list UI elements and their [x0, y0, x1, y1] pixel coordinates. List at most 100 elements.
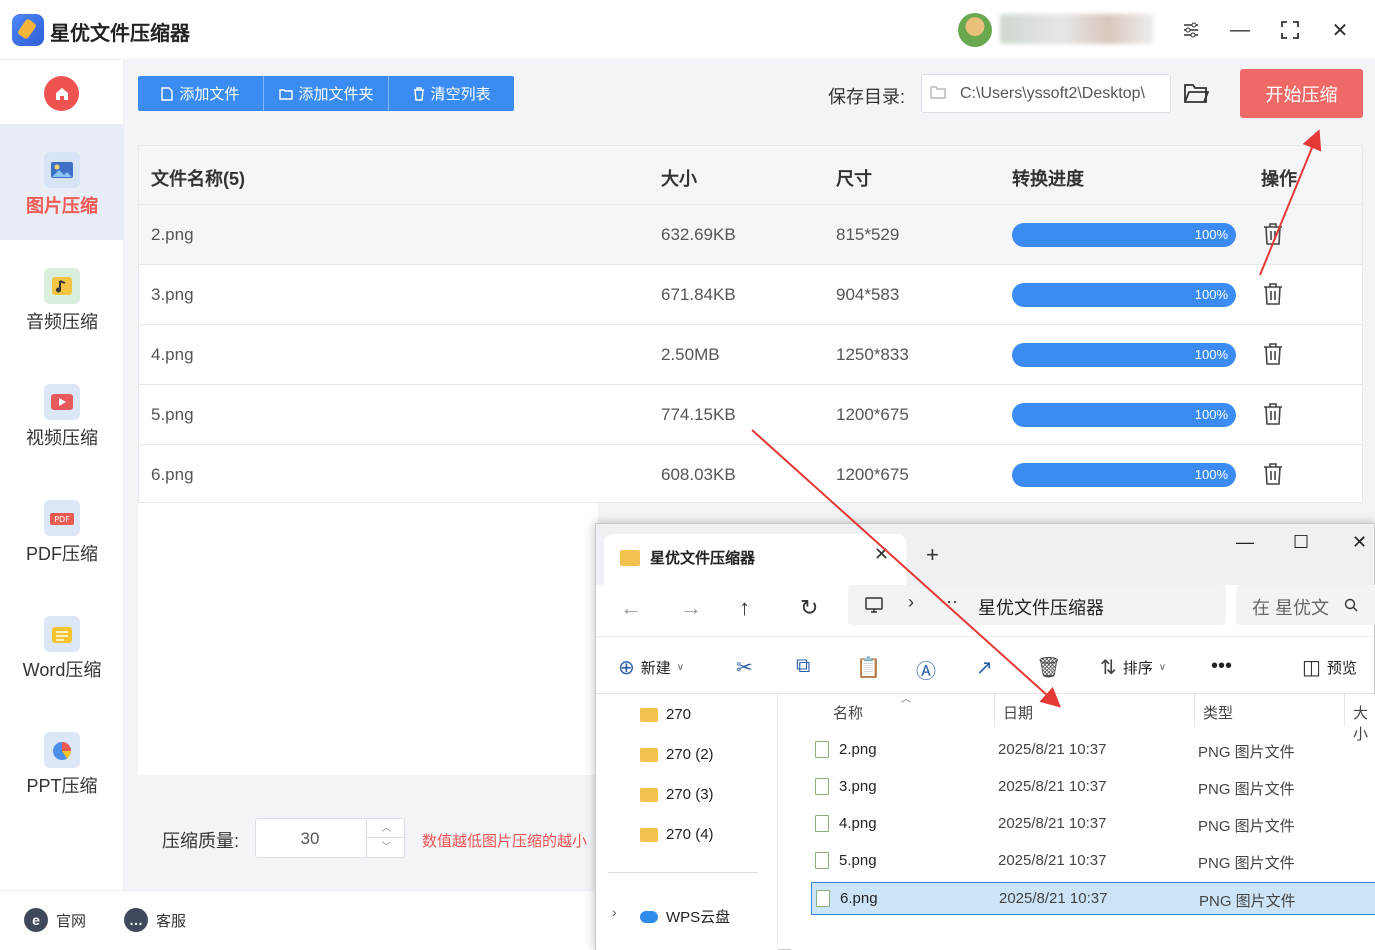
save-path-input[interactable]: C:\Users\yssoft2\Desktop\ [921, 74, 1171, 113]
add-file-button[interactable]: 添加文件 [138, 76, 264, 111]
refresh-icon[interactable]: ↻ [800, 595, 818, 621]
computer-icon [865, 597, 883, 613]
image-icon [44, 152, 80, 188]
sidebar-item-image[interactable]: 图片压缩 [0, 124, 124, 240]
delete-icon[interactable] [1262, 282, 1284, 306]
table-row[interactable]: 2.png 632.69KB 815*529 100% [139, 205, 1362, 265]
chevron-up-icon[interactable]: ︿ [366, 819, 406, 838]
explorer-address-bar: ← → ↑ ↻ › ··· 星优文件压缩器 在 星优文 [596, 585, 1375, 637]
delete-icon[interactable]: 🗑 [1036, 655, 1061, 680]
sort-button[interactable]: ⇅ 排序 ∨ [1100, 655, 1166, 680]
tree-item-label: 270 (4) [666, 826, 714, 843]
back-icon[interactable]: ← [620, 595, 642, 621]
file-dims: 815*529 [836, 225, 900, 244]
cut-icon[interactable]: ✂ [736, 655, 753, 680]
quality-value: 30 [300, 829, 320, 848]
maximize-icon[interactable] [1274, 14, 1306, 46]
sidebar-item-label: Word压缩 [22, 660, 102, 680]
close-icon[interactable]: ✕ [1324, 14, 1356, 46]
folder-icon [930, 86, 946, 99]
sidebar-item-video[interactable]: 视频压缩 [0, 356, 124, 472]
file-row[interactable]: 5.png 2025/8/21 10:37 PNG 图片文件 [811, 845, 1375, 878]
file-date: 2025/8/21 10:37 [998, 815, 1107, 832]
file-row[interactable]: 3.png 2025/8/21 10:37 PNG 图片文件 [811, 771, 1375, 804]
quality-hint: 数值越低图片压缩的越小 [422, 833, 588, 850]
address-field[interactable]: › ··· 星优文件压缩器 [848, 585, 1226, 625]
website-link[interactable]: e 官网 [24, 908, 86, 932]
clear-list-button[interactable]: 清空列表 [389, 76, 514, 111]
minimize-icon[interactable]: — [1224, 14, 1256, 46]
file-name: 6.png [151, 465, 194, 484]
png-file-icon [815, 852, 829, 869]
home-icon[interactable] [44, 76, 79, 111]
tree-item[interactable]: 270 (3) [640, 786, 714, 803]
table-row[interactable]: 5.png 774.15KB 1200*675 100% [139, 385, 1362, 445]
more-icon[interactable]: ··· [940, 591, 958, 612]
sidebar-item-audio[interactable]: 音频压缩 [0, 240, 124, 356]
share-icon[interactable]: ↗ [976, 655, 993, 680]
quality-stepper[interactable]: 30 ︿ ﹀ [255, 818, 406, 858]
new-button[interactable]: ⊕ 新建 ∨ [618, 655, 684, 680]
divider [1344, 694, 1345, 726]
preview-button[interactable]: ◫ 预览 [1302, 655, 1357, 680]
column-header-type[interactable]: 类型 [1203, 702, 1233, 723]
tree-item[interactable]: 270 (2) [640, 746, 714, 763]
file-row[interactable]: 4.png 2025/8/21 10:37 PNG 图片文件 [811, 808, 1375, 841]
column-header-name[interactable]: 名称 [833, 702, 863, 723]
table-empty-area [138, 503, 598, 775]
browser-icon: e [24, 908, 48, 932]
sidebar-item-ppt[interactable]: PPT压缩 [0, 704, 124, 820]
new-label: 新建 [640, 660, 671, 677]
table-row[interactable]: 3.png 671.84KB 904*583 100% [139, 265, 1362, 325]
close-tab-icon[interactable]: ✕ [874, 544, 889, 565]
delete-icon[interactable] [1262, 342, 1284, 366]
explorer-tab[interactable]: 星优文件压缩器 ✕ [604, 534, 906, 585]
col-header-action: 操作 [1261, 169, 1297, 189]
rename-icon[interactable]: Ⓐ [916, 655, 936, 684]
delete-icon[interactable] [1262, 462, 1284, 486]
minimize-icon[interactable]: — [1236, 532, 1254, 553]
username-blurred [1000, 14, 1154, 44]
tree-item[interactable]: WPS云盘 [640, 906, 730, 927]
file-name: 4.png [151, 345, 194, 364]
copy-icon[interactable]: ⧉ [796, 655, 810, 678]
search-field[interactable]: 在 星优文 [1236, 585, 1375, 625]
sidebar-item-word[interactable]: Word压缩 [0, 588, 124, 704]
search-icon [1344, 598, 1358, 612]
up-icon[interactable]: ↑ [739, 595, 750, 621]
file-name: 6.png [840, 890, 878, 907]
website-label: 官网 [56, 912, 87, 930]
sidebar-item-pdf[interactable]: PDF PDF压缩 [0, 472, 124, 588]
settings-sliders-icon[interactable] [1175, 14, 1207, 46]
table-row[interactable]: 6.png 608.03KB 1200*675 100% [139, 445, 1362, 505]
paste-icon[interactable]: 📋 [856, 655, 881, 680]
start-compress-button[interactable]: 开始压缩 [1240, 69, 1363, 118]
more-icon[interactable]: ••• [1211, 655, 1232, 678]
tree-item-label: 270 (3) [666, 786, 714, 803]
chevron-right-icon[interactable]: › [612, 904, 617, 920]
png-file-icon [816, 890, 830, 907]
delete-icon[interactable] [1262, 402, 1284, 426]
tree-item[interactable]: 270 (4) [640, 826, 714, 843]
chevron-down-icon[interactable]: ﹀ [366, 838, 406, 857]
close-icon[interactable]: ✕ [1352, 532, 1367, 553]
file-dims: 1200*675 [836, 465, 909, 484]
file-type: PNG 图片文件 [1198, 781, 1295, 798]
col-header-size: 大小 [661, 169, 697, 189]
svg-text:PDF: PDF [54, 515, 70, 524]
support-link[interactable]: … 客服 [124, 908, 186, 932]
forward-icon[interactable]: → [680, 595, 702, 621]
file-size: 2.50MB [661, 345, 720, 364]
table-row[interactable]: 4.png 2.50MB 1250*833 100% [139, 325, 1362, 385]
add-folder-button[interactable]: 添加文件夹 [264, 76, 390, 111]
new-tab-icon[interactable]: + [926, 542, 939, 568]
column-header-date[interactable]: 日期 [1003, 702, 1033, 723]
file-row-selected[interactable]: 6.png 2025/8/21 10:37 PNG 图片文件 [811, 882, 1375, 915]
tree-item[interactable]: 270 [640, 706, 691, 723]
file-row[interactable]: 2.png 2025/8/21 10:37 PNG 图片文件 [811, 734, 1375, 767]
maximize-icon[interactable]: ☐ [1293, 532, 1309, 553]
delete-icon[interactable] [1262, 222, 1284, 246]
divider [1194, 694, 1195, 726]
avatar[interactable] [958, 13, 992, 47]
open-folder-icon[interactable] [1183, 81, 1209, 105]
